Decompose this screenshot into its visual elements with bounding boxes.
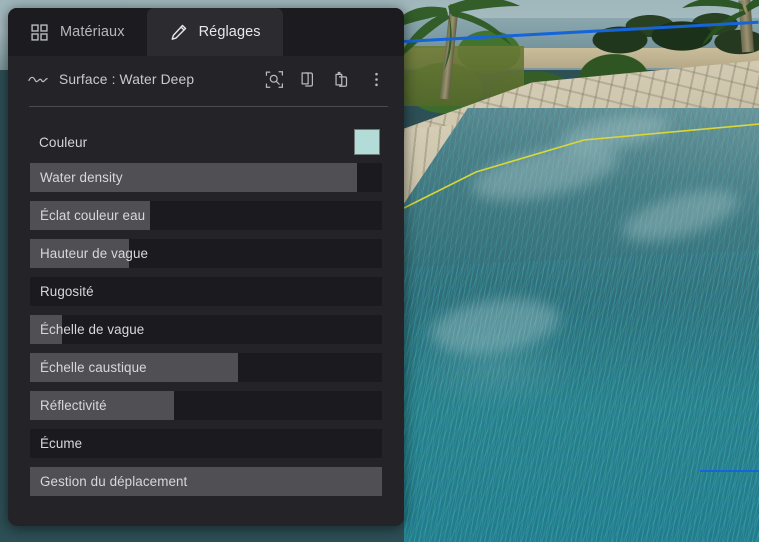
slider-label: Écume — [40, 436, 83, 451]
tab-materiaux[interactable]: Matériaux — [8, 8, 147, 56]
color-property-row: Couleur — [30, 121, 382, 163]
tab-label: Réglages — [198, 24, 261, 40]
paste-button[interactable] — [328, 65, 356, 93]
water-ripple-layer — [404, 250, 759, 542]
slider-fill — [30, 467, 382, 496]
properties-list: Couleur Water density Éclat couleur eau Ha… — [8, 107, 404, 496]
tab-label: Matériaux — [60, 24, 125, 40]
pencil-icon — [171, 24, 186, 40]
slider-1[interactable]: Water density — [30, 163, 382, 192]
material-settings-panel: Matériaux Réglages Surface : Water Deep — [8, 8, 404, 526]
slider-4[interactable]: Rugosité — [30, 277, 382, 306]
header-toolbar — [260, 65, 390, 93]
slider-fill — [30, 163, 358, 192]
slider-label: Rugosité — [40, 284, 94, 299]
slider-9[interactable]: Gestion du déplacement — [30, 467, 382, 496]
slider-8[interactable]: Écume — [30, 429, 382, 458]
slider-fill — [30, 201, 150, 230]
slider-list: Water density Éclat couleur eau Hauteur de… — [30, 163, 382, 496]
paste-icon — [334, 71, 347, 87]
object-title: Surface : Water Deep — [59, 71, 195, 87]
slider-fill — [30, 391, 175, 420]
more-vertical-icon — [374, 72, 378, 86]
screen: Matériaux Réglages Surface : Water Deep — [0, 0, 759, 542]
slider-7[interactable]: Réflectivité — [30, 391, 382, 420]
tab-bar: Matériaux Réglages — [8, 8, 404, 56]
object-header: Surface : Water Deep — [8, 56, 404, 102]
grid-icon — [31, 23, 48, 41]
color-label: Couleur — [39, 134, 88, 150]
color-swatch[interactable] — [354, 129, 380, 155]
slider-fill — [30, 353, 238, 382]
slider-6[interactable]: Échelle caustique — [30, 353, 382, 382]
slider-2[interactable]: Éclat couleur eau — [30, 201, 382, 230]
slider-fill — [30, 239, 129, 268]
more-options-button[interactable] — [362, 65, 390, 93]
slider-fill — [30, 315, 62, 344]
tab-reglages[interactable]: Réglages — [146, 8, 283, 56]
copy-button[interactable] — [294, 65, 322, 93]
locate-material-button[interactable] — [260, 65, 288, 93]
slider-3[interactable]: Hauteur de vague — [30, 239, 382, 268]
copy-icon — [301, 71, 313, 87]
slider-5[interactable]: Échelle de vague — [30, 315, 382, 344]
wave-icon — [28, 76, 48, 82]
target-search-icon — [265, 70, 283, 88]
